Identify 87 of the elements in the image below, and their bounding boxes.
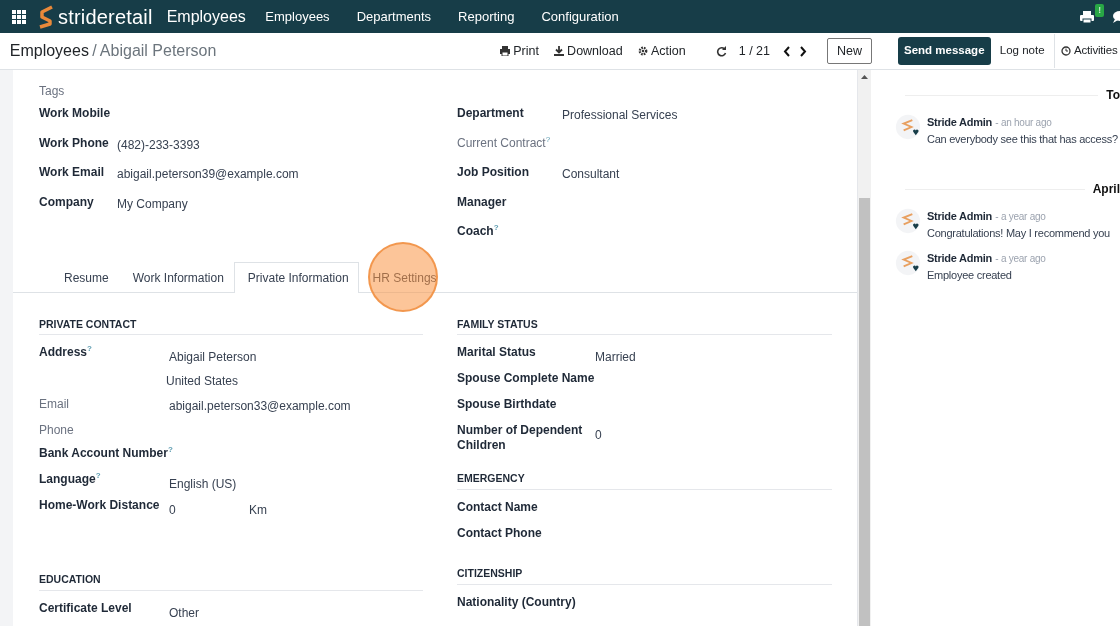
breadcrumb-current: Abigail Peterson: [99, 41, 217, 61]
message-body: Congratulations! May I recommend you: [927, 225, 1110, 241]
section-title: FAMILY STATUS: [457, 316, 832, 336]
section-title: PRIVATE CONTACT: [39, 316, 423, 336]
field-label: Job Position: [457, 164, 530, 181]
field-label: Current Contract$^{?}$: [457, 133, 552, 152]
download-icon: [553, 46, 564, 56]
field-label: Phone: [39, 423, 75, 440]
field-value: (482)-233-3393: [117, 136, 200, 154]
author-name: Stride Admin: [927, 115, 993, 130]
message-time: - a year ago: [995, 210, 1046, 224]
date-separator: April: [1092, 181, 1120, 198]
menu-item[interactable]: Reporting: [458, 6, 530, 27]
message-body: Employee created: [927, 267, 1013, 283]
printer-icon: [1080, 10, 1094, 23]
field-value: 0: [169, 502, 177, 520]
printer-icon: [499, 46, 510, 56]
field-label: Contact Phone: [457, 526, 543, 542]
send-message-button[interactable]: Send message: [898, 37, 991, 65]
field-value: abigail.peterson39@example.com: [117, 166, 299, 183]
field-value: Professional Services: [562, 107, 678, 124]
clock-icon: [1060, 46, 1071, 56]
field-label: Marital Status: [457, 345, 537, 362]
field-value: English (US): [169, 476, 237, 494]
message-time: - an hour ago: [995, 116, 1052, 130]
scrollbar[interactable]: [858, 70, 871, 626]
field-label: Address$^{?}$: [39, 345, 93, 362]
field-label: Email: [39, 397, 70, 414]
author-name: Stride Admin: [927, 209, 993, 224]
field-value: 0: [595, 427, 602, 445]
action-button[interactable]: Print: [498, 40, 540, 62]
field-value: Consultant: [562, 166, 620, 183]
field-value: abigail.peterson33@example.com: [169, 398, 351, 416]
field-label: Home-Work Distance: [39, 498, 161, 515]
breadcrumb-link[interactable]: Employees: [9, 39, 89, 63]
action-button[interactable]: Download: [552, 40, 624, 62]
field-label: Number of Dependent Children: [457, 423, 584, 454]
field-value: Abigail Peterson: [169, 349, 257, 367]
log-note-button[interactable]: Log note: [993, 38, 1051, 64]
message-body: Can everybody see this that has access?: [927, 131, 1118, 147]
avatar-icon: [895, 208, 921, 234]
field-label: Certificate Level: [39, 601, 133, 617]
field-label: Tags: [39, 83, 66, 100]
field-label: Work Phone: [39, 134, 110, 152]
breadcrumb-separator: /: [92, 41, 97, 61]
menu-item[interactable]: Employees: [265, 6, 345, 27]
menu-item[interactable]: Configuration: [541, 6, 634, 27]
apps-menu-icon: [12, 9, 26, 24]
author-name: Stride Admin: [927, 251, 993, 266]
avatar-icon: [895, 250, 921, 276]
menu-item[interactable]: Departments: [356, 6, 447, 27]
field-label: Contact Name: [457, 500, 539, 516]
pager-value: 1 / 21: [738, 42, 770, 60]
section-title: CITIZENSHIP: [457, 566, 832, 585]
field-label: Company: [39, 193, 95, 211]
unit-label: Km: [249, 502, 267, 520]
brand-name: strideretail: [58, 4, 153, 30]
section-title: EDUCATION: [39, 572, 423, 591]
previous-icon: [783, 45, 791, 57]
field-label: Work Mobile: [39, 105, 112, 122]
field-label: Spouse Complete Name: [457, 371, 595, 388]
notification-badge: !: [1095, 3, 1104, 17]
field-value: Other: [169, 605, 199, 622]
field-label: Spouse Birthdate: [457, 397, 558, 414]
tab[interactable]: Resume: [50, 261, 119, 293]
action-button[interactable]: Action: [636, 40, 687, 62]
field-label: Work Email: [39, 164, 106, 181]
new-button[interactable]: New: [827, 37, 872, 65]
message-time: - a year ago: [995, 252, 1046, 266]
field-label: Coach$^{?}$: [457, 222, 500, 240]
field-value: My Company: [117, 195, 188, 213]
activities-button[interactable]: Activities: [1053, 34, 1118, 68]
next-icon: [799, 45, 807, 57]
tab[interactable]: Work Information: [118, 261, 234, 293]
section-title: EMERGENCY: [457, 471, 832, 490]
field-value: Married: [595, 349, 636, 367]
app-name: Employees: [166, 6, 246, 27]
gear-icon: [637, 46, 648, 56]
field-value: United States: [166, 373, 240, 391]
field-label: Nationality (Country): [457, 594, 577, 611]
tab[interactable]: Private Information: [233, 261, 359, 293]
avatar-icon: [895, 114, 921, 140]
refresh-icon: [715, 45, 727, 57]
field-label: Manager: [457, 193, 508, 211]
date-separator: To: [1106, 87, 1120, 104]
field-label: Language$^{?}$: [39, 472, 102, 489]
field-label: Department: [457, 105, 525, 122]
